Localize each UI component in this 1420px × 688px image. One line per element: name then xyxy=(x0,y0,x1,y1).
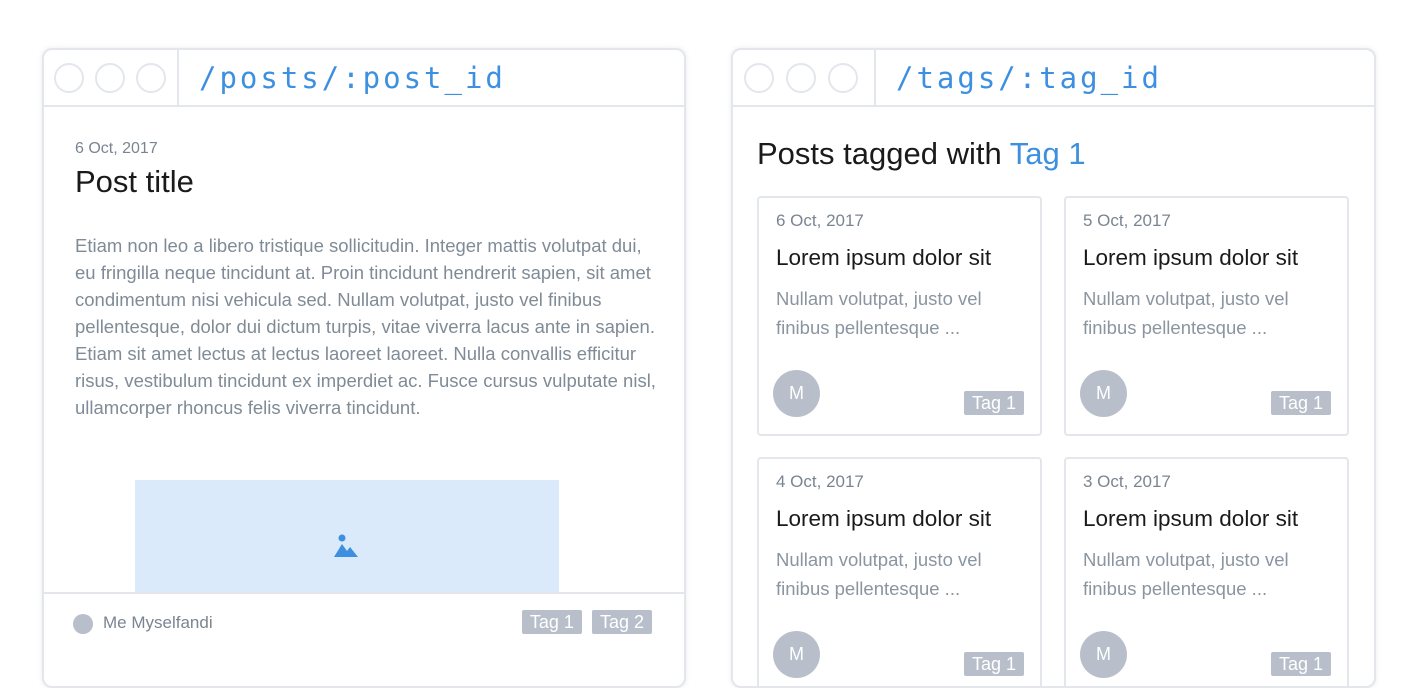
card-date: 3 Oct, 2017 xyxy=(1083,472,1171,491)
card-title[interactable]: Lorem ipsum dolor sit xyxy=(776,506,991,532)
card-excerpt: Nullam volutpat, justo vel finibus pelle… xyxy=(1083,288,1289,338)
tag-page-heading: Posts tagged with Tag 1 xyxy=(757,136,1086,172)
post-window: /posts/:post_id 6 Oct, 2017 Post title E… xyxy=(42,48,686,688)
card-excerpt: Nullam volutpat, justo vel finibus pelle… xyxy=(776,549,982,599)
window-controls xyxy=(733,50,876,105)
post-footer: Me Myselfandi Tag 1 Tag 2 xyxy=(44,592,684,652)
window-control-circle[interactable] xyxy=(828,62,858,93)
avatar[interactable]: M xyxy=(1080,370,1127,417)
window-control-circle[interactable] xyxy=(54,62,84,93)
author-name[interactable]: Me Myselfandi xyxy=(103,613,213,633)
card-title[interactable]: Lorem ipsum dolor sit xyxy=(776,245,991,271)
card-excerpt: Nullam volutpat, justo vel finibus pelle… xyxy=(776,288,982,338)
post-card[interactable]: 5 Oct, 2017 Lorem ipsum dolor sit Nullam… xyxy=(1064,196,1349,436)
window-control-circle[interactable] xyxy=(786,62,816,93)
post-card[interactable]: 3 Oct, 2017 Lorem ipsum dolor sit Nullam… xyxy=(1064,457,1349,686)
tag-badge[interactable]: Tag 1 xyxy=(1270,652,1331,676)
post-title: Post title xyxy=(75,164,194,199)
post-content: 6 Oct, 2017 Post title Etiam non leo a l… xyxy=(75,140,665,421)
card-date: 4 Oct, 2017 xyxy=(776,472,864,491)
tag-url[interactable]: /tags/:tag_id xyxy=(876,61,1162,95)
window-controls xyxy=(44,50,179,105)
tag-badge[interactable]: Tag 1 xyxy=(1270,391,1331,415)
image-placeholder-icon xyxy=(334,534,358,557)
post-tags: Tag 1 Tag 2 xyxy=(521,610,652,634)
window-control-circle[interactable] xyxy=(95,62,125,93)
post-card[interactable]: 4 Oct, 2017 Lorem ipsum dolor sit Nullam… xyxy=(757,457,1042,686)
heading-prefix: Posts tagged with xyxy=(757,136,1002,171)
tag-window-titlebar: /tags/:tag_id xyxy=(733,50,1374,107)
post-window-titlebar: /posts/:post_id xyxy=(44,50,684,107)
tag-badge[interactable]: Tag 1 xyxy=(963,652,1024,676)
heading-tag-link[interactable]: Tag 1 xyxy=(1010,136,1086,171)
avatar[interactable]: M xyxy=(773,631,820,678)
card-date: 6 Oct, 2017 xyxy=(776,211,864,230)
window-control-circle[interactable] xyxy=(744,62,774,93)
avatar[interactable]: M xyxy=(773,370,820,417)
tag-badge[interactable]: Tag 2 xyxy=(591,610,652,634)
tag-badge[interactable]: Tag 1 xyxy=(963,391,1024,415)
tag-window: /tags/:tag_id Posts tagged with Tag 1 6 … xyxy=(731,48,1376,688)
card-title[interactable]: Lorem ipsum dolor sit xyxy=(1083,245,1298,271)
avatar[interactable]: M xyxy=(1080,631,1127,678)
card-excerpt: Nullam volutpat, justo vel finibus pelle… xyxy=(1083,549,1289,599)
post-card[interactable]: 6 Oct, 2017 Lorem ipsum dolor sit Nullam… xyxy=(757,196,1042,436)
post-date: 6 Oct, 2017 xyxy=(75,140,158,157)
card-title[interactable]: Lorem ipsum dolor sit xyxy=(1083,506,1298,532)
post-text: Etiam non leo a libero tristique sollici… xyxy=(75,235,656,418)
window-control-circle[interactable] xyxy=(136,62,166,93)
tag-badge[interactable]: Tag 1 xyxy=(521,610,582,634)
post-image xyxy=(135,480,559,600)
post-url[interactable]: /posts/:post_id xyxy=(179,61,506,95)
author-avatar[interactable] xyxy=(73,614,93,634)
card-date: 5 Oct, 2017 xyxy=(1083,211,1171,230)
